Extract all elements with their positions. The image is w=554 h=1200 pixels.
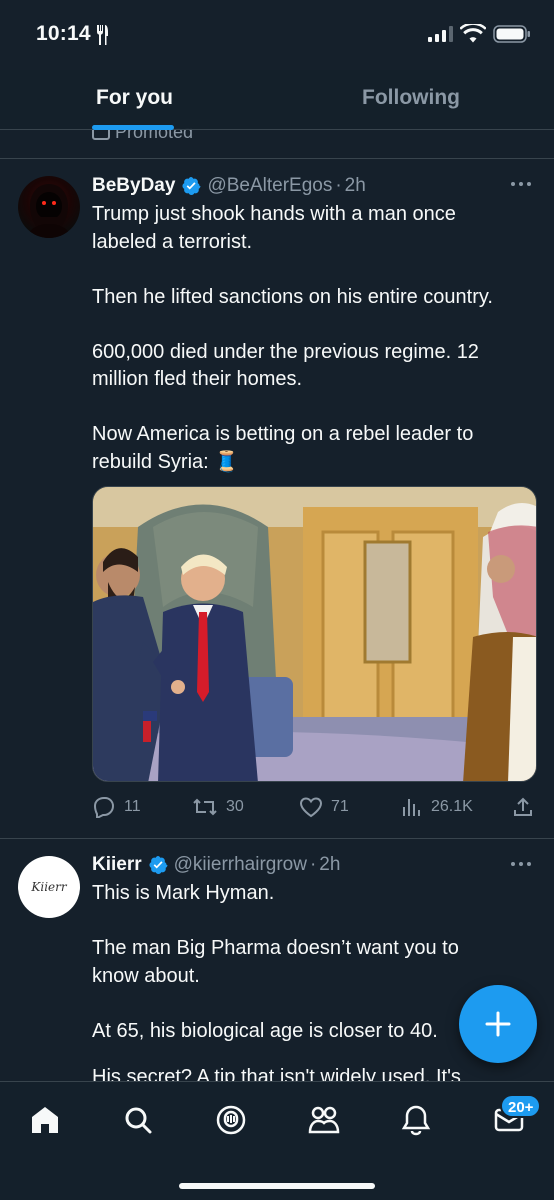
repost-count: 30 [226,798,244,815]
communities-icon [308,1106,340,1134]
home-indicator-bar [179,1183,375,1189]
home-icon [32,1107,58,1133]
separator-dot: · [335,175,342,196]
battery-icon [493,25,530,43]
nav-communities[interactable] [304,1100,344,1140]
display-name[interactable]: Kiierr [92,854,142,876]
separator-dot: · [309,854,317,875]
handle[interactable]: @BeAlterEgos [207,175,332,197]
bottom-navigation: 20+ [0,1081,554,1200]
reply-icon [93,797,115,818]
tweet-text[interactable]: This is Mark Hyman. The man Big Pharma d… [92,880,472,1045]
tweet[interactable]: BeByDay @BeAlterEgos · 2h Trump just sho… [0,159,554,839]
promoted-label: Promoted [92,128,193,142]
timeline-tabs: For you Following [0,70,554,130]
views-chart-icon [403,799,420,816]
plus-icon [485,1011,511,1037]
tweet-actions: 11 30 71 26.1K [92,796,537,820]
repost-icon [193,798,217,816]
timestamp[interactable]: 2h [345,175,366,197]
nav-grok[interactable] [211,1100,251,1140]
tweet-header: BeByDay @BeAlterEgos · 2h [92,173,366,199]
share-icon [514,797,532,816]
display-name[interactable]: BeByDay [92,175,175,197]
tweet-photo[interactable] [92,486,537,782]
repost-button[interactable]: 30 [192,796,244,818]
fork-knife-icon [97,25,108,45]
compose-button[interactable] [459,985,537,1063]
spaces-mic-icon [216,1105,246,1135]
verified-badge-icon [149,856,168,874]
like-count: 71 [331,798,349,815]
status-bar: 10:14 [0,0,554,70]
tab-following[interactable]: Following [362,86,460,110]
more-options-icon[interactable] [510,861,532,867]
views-button[interactable]: 26.1K [401,796,473,818]
views-count: 26.1K [431,798,473,815]
handshake-photo-image [93,487,536,781]
share-button[interactable] [512,796,534,818]
reply-button[interactable]: 11 [92,796,141,818]
handle[interactable]: @kiierrhairgrow [174,854,307,876]
bell-icon [401,1105,431,1136]
kiierr-logo: Kiierr [31,880,67,894]
promoted-text: Promoted [115,128,194,142]
more-options-icon[interactable] [510,181,532,187]
cellular-signal-icon [428,26,453,42]
heart-icon [299,797,323,818]
nav-home[interactable] [25,1100,65,1140]
tweet-header: Kiierr @kiierrhairgrow · 2h [92,852,340,878]
status-time: 10:14 [36,22,91,45]
active-tab-indicator [92,125,174,130]
avatar[interactable]: Kiierr [18,856,80,918]
tab-for-you[interactable]: For you [96,86,173,110]
nav-search[interactable] [118,1100,158,1140]
reply-count: 11 [124,798,141,815]
wifi-icon [460,24,486,43]
nav-notifications[interactable] [396,1100,436,1140]
avatar[interactable] [18,176,80,238]
search-icon [125,1107,152,1134]
messages-badge: 20+ [500,1094,542,1118]
like-button[interactable]: 71 [299,796,349,818]
verified-badge-icon [182,177,201,195]
tweet-text-overflow: His secret? A tip that isn't widely used… [92,1066,461,1081]
hooded-figure-image [26,184,72,238]
timestamp[interactable]: 2h [319,854,340,876]
tweet-text[interactable]: Trump just shook hands with a man once l… [92,201,522,476]
